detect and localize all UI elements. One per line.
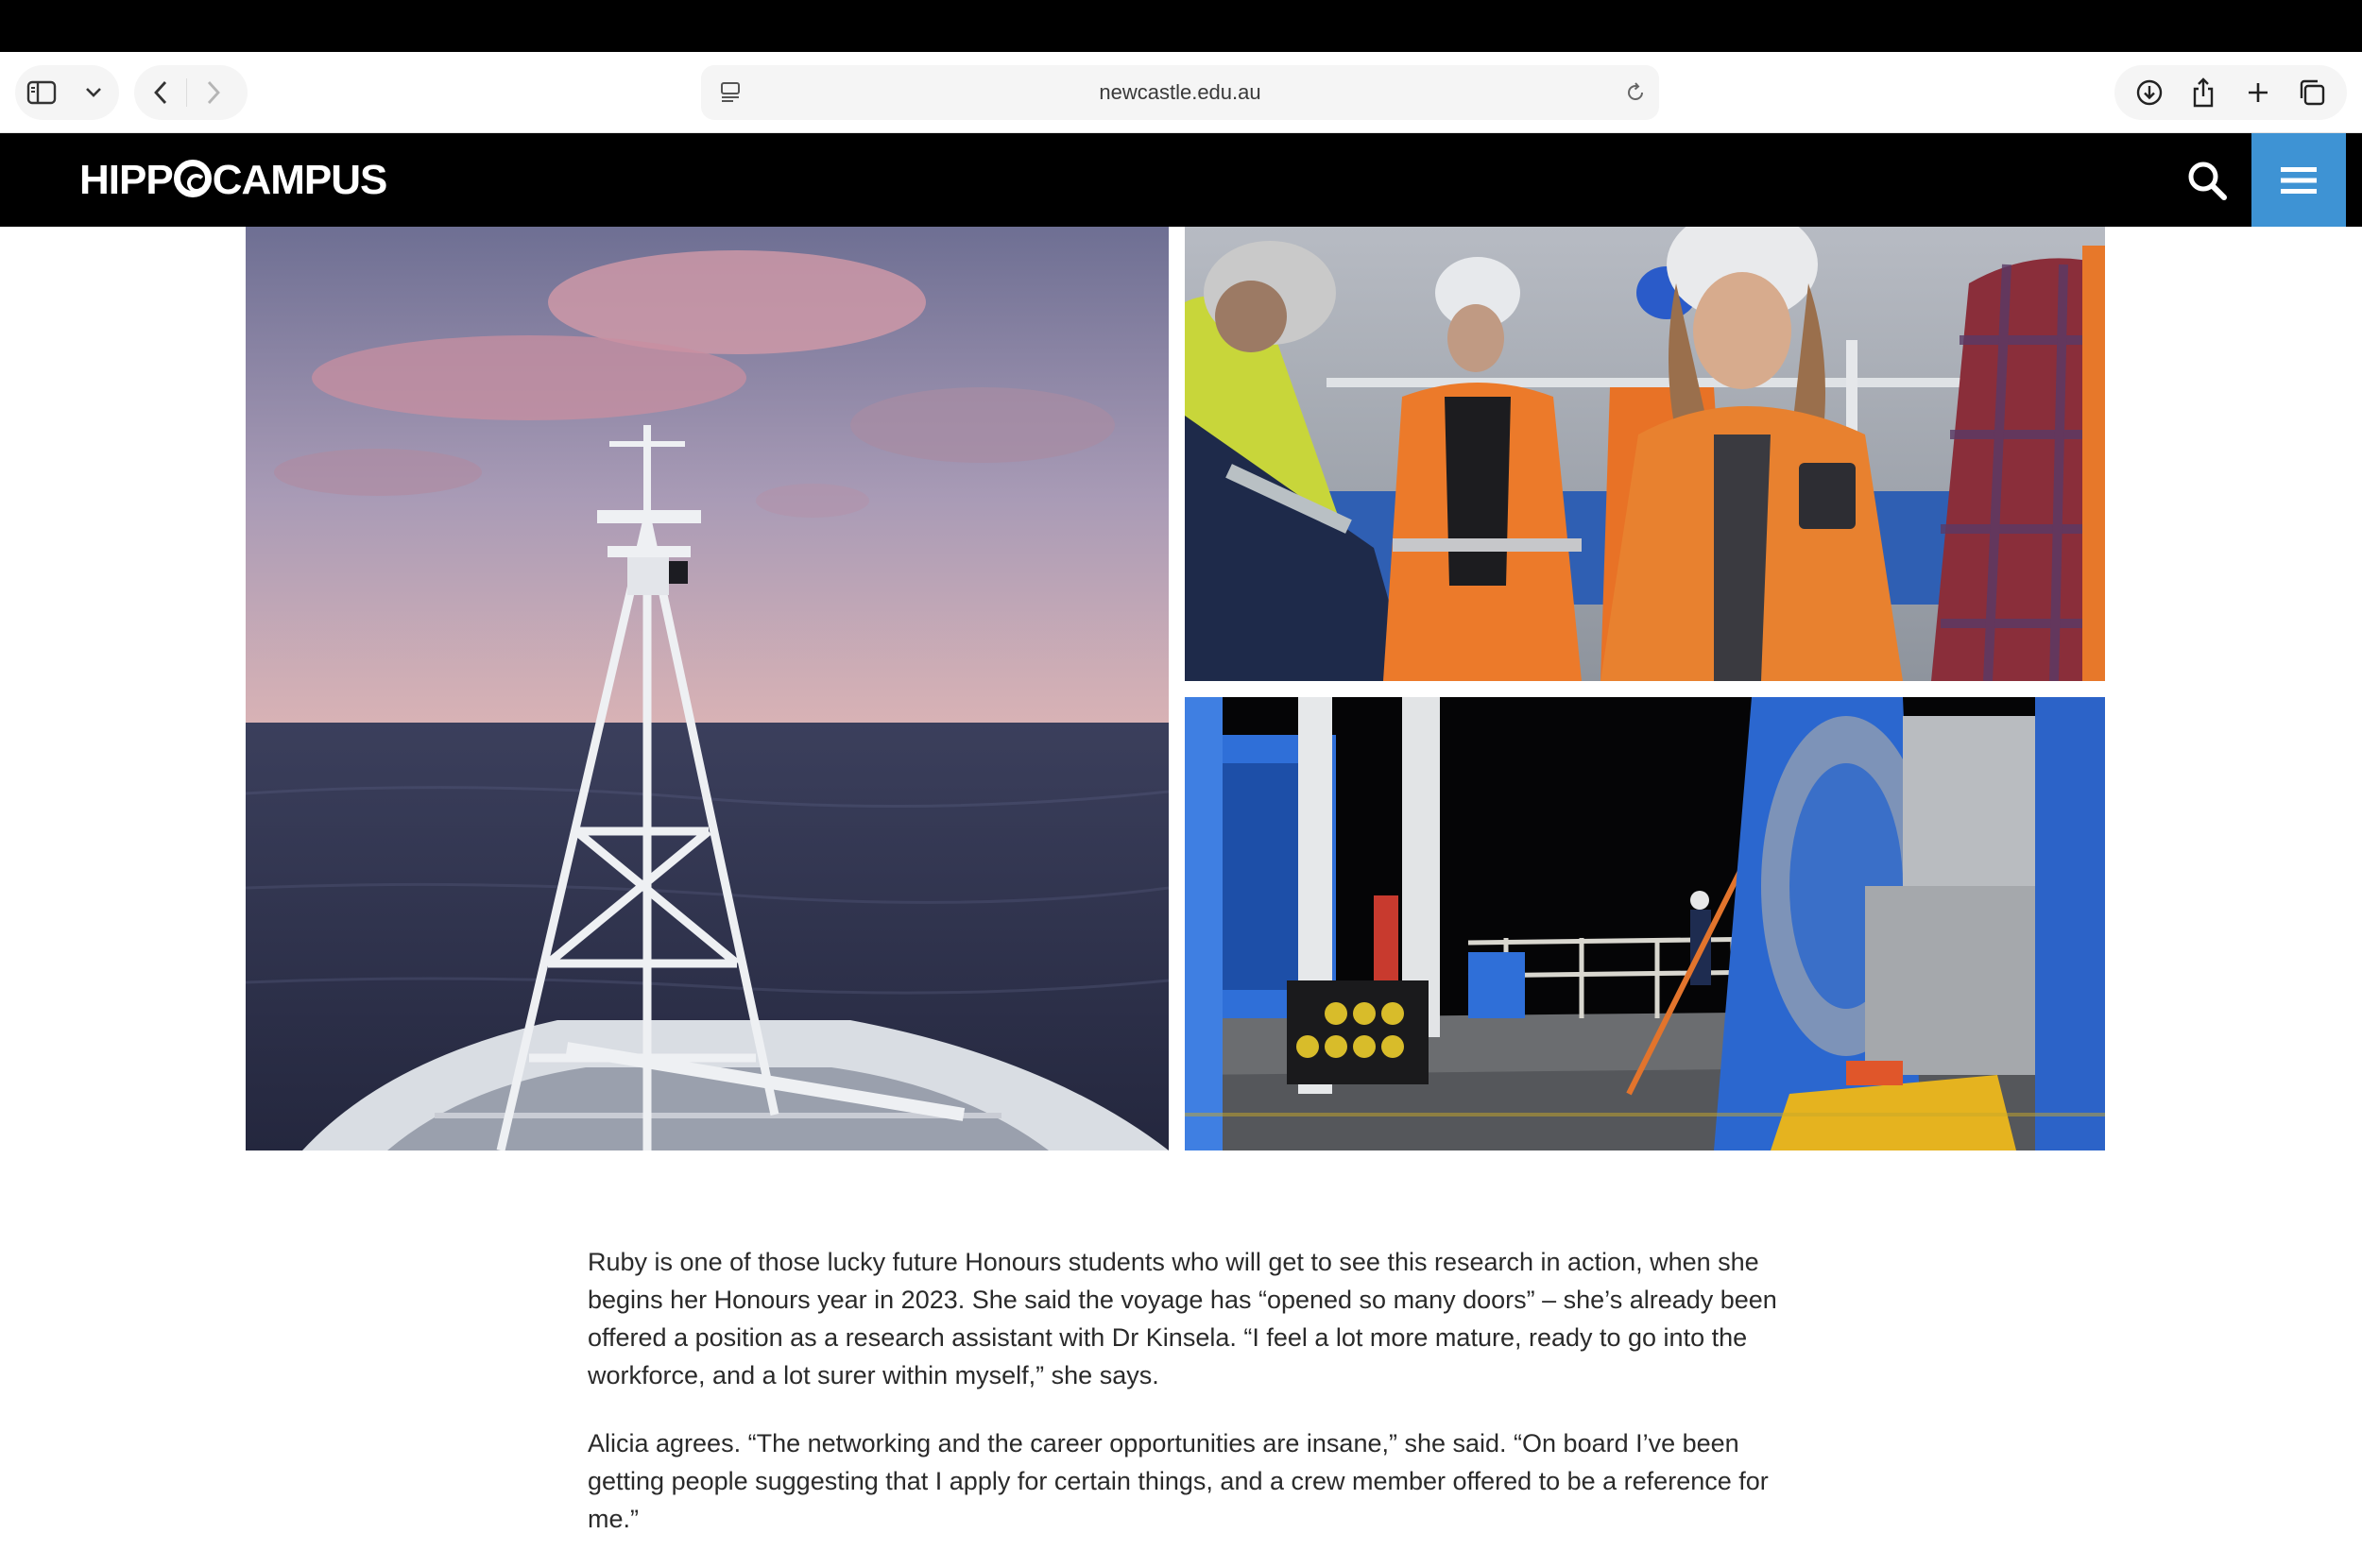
- article-body: Ruby is one of those lucky future Honour…: [588, 1243, 1780, 1568]
- photo-crew-on-deck: [1185, 227, 2105, 681]
- history-navigation: [134, 65, 248, 120]
- address-url[interactable]: newcastle.edu.au: [701, 65, 1659, 120]
- hamburger-icon: [2281, 166, 2317, 194]
- site-logo[interactable]: HIPP CAMPUS: [79, 156, 388, 205]
- photo-ship-mast: [246, 227, 1169, 1150]
- article-paragraph: Ruby is one of those lucky future Honour…: [588, 1248, 1777, 1389]
- article-paragraph: Alicia agrees. “The networking and the c…: [588, 1429, 1769, 1533]
- download-icon[interactable]: [2126, 65, 2173, 120]
- toolbar-actions: [2114, 65, 2347, 120]
- address-bar[interactable]: newcastle.edu.au: [701, 65, 1659, 120]
- reload-icon[interactable]: [1621, 78, 1650, 107]
- back-arrow-icon[interactable]: [134, 65, 186, 120]
- logo-text-left: HIPP: [79, 157, 174, 203]
- search-icon[interactable]: [2181, 154, 2233, 206]
- system-menu-bar: [0, 0, 2362, 52]
- forward-arrow-icon[interactable]: [187, 65, 239, 120]
- new-tab-plus-icon[interactable]: [2234, 65, 2282, 120]
- chevron-down-icon[interactable]: [67, 65, 119, 120]
- photo-deck-at-night: [1185, 697, 2105, 1150]
- browser-toolbar: newcastle.edu.au: [0, 52, 2362, 133]
- tab-overview-icon[interactable]: [2288, 65, 2336, 120]
- sidebar-controls: [15, 65, 119, 120]
- logo-mark-icon: [173, 160, 212, 197]
- share-icon[interactable]: [2180, 65, 2227, 120]
- hamburger-menu-button[interactable]: [2251, 133, 2346, 227]
- site-header: HIPP CAMPUS: [0, 133, 2362, 227]
- sidebar-toggle-icon[interactable]: [15, 65, 67, 120]
- logo-text-right: CAMPUS: [212, 157, 388, 203]
